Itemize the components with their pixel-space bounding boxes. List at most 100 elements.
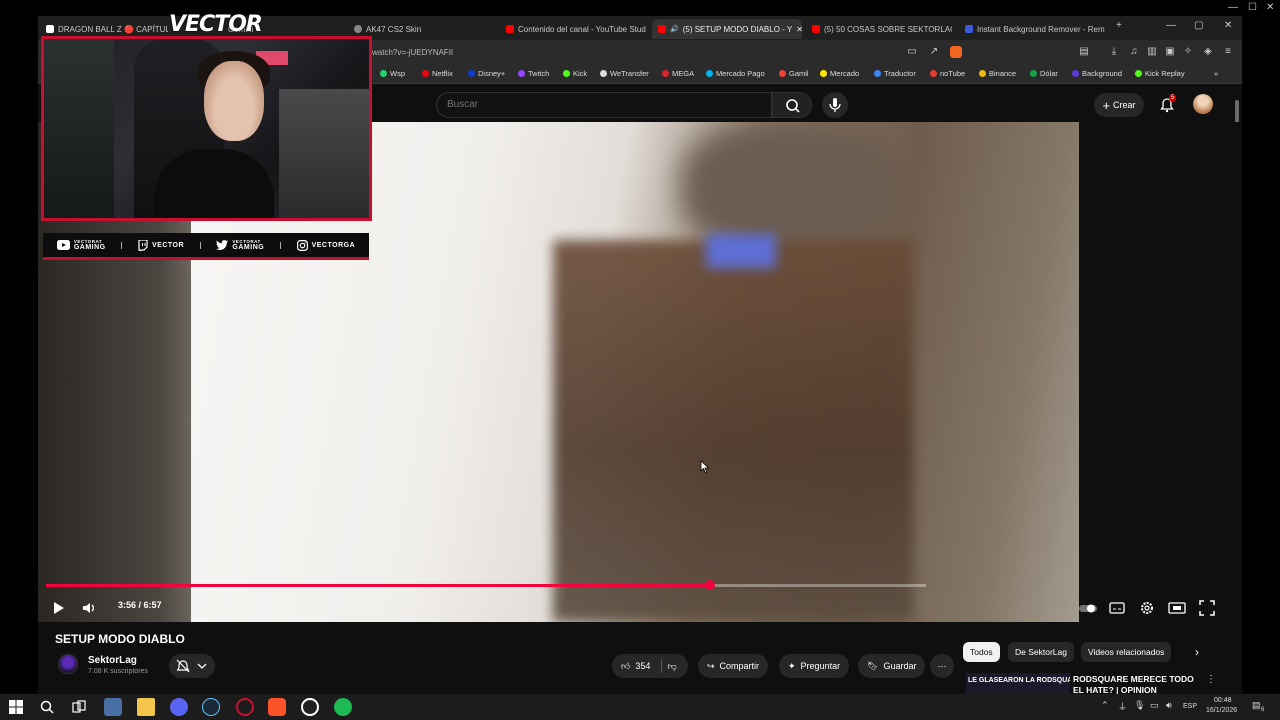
tab-ak47[interactable]: AK47 CS2 Skin [354, 19, 494, 39]
bookmark-wetransfer[interactable]: WeTransfer [600, 69, 649, 78]
save-button[interactable]: 🔖︎ Guardar [858, 654, 926, 678]
clock-date[interactable]: 16/1/2026 [1206, 707, 1237, 714]
bookmark-background[interactable]: Background [1072, 69, 1122, 78]
leo-icon[interactable]: ✧ [1182, 46, 1194, 58]
bookmark-binance[interactable]: Binance [979, 69, 1016, 78]
bookmark-mega[interactable]: MEGA [662, 69, 694, 78]
sparkle-icon: ✦ [788, 660, 796, 671]
download-icon[interactable]: ⤓ [1108, 46, 1120, 58]
url-text[interactable]: watch?v=-jUEDYNAFII [372, 48, 453, 57]
search-input[interactable] [447, 99, 747, 110]
user-avatar[interactable] [1193, 94, 1213, 114]
ask-button[interactable]: ✦ Preguntar [779, 654, 850, 678]
tab-50-cosas[interactable]: (5) 50 COSAS SOBRE SEKTORLAG - Y [812, 19, 952, 39]
search-button[interactable] [772, 92, 812, 118]
close-icon[interactable]: ✕ [1266, 2, 1274, 13]
chip-todos[interactable]: Todos [963, 642, 1000, 662]
minimize-icon[interactable]: — [1228, 2, 1238, 13]
close-tab-icon[interactable]: ✕ [796, 25, 802, 34]
tab-setup-modo-diablo[interactable]: 🔊 (5) SETUP MODO DIABLO - Y ✕ [652, 19, 802, 39]
webcam-shelf [44, 39, 114, 218]
bookmark-traductor[interactable]: Traductor [874, 69, 916, 78]
bell-off-icon [176, 659, 207, 673]
more-actions-button[interactable]: ⋯ [930, 654, 954, 678]
menu-icon[interactable]: ≡ [1222, 46, 1234, 58]
tray-network-icon[interactable]: ▭ [1150, 700, 1159, 711]
tray-volume-icon[interactable]: 🔊︎ [1166, 700, 1172, 711]
task-view-icon[interactable] [70, 698, 88, 716]
tray-chevron-up-icon[interactable]: ⌃ [1101, 700, 1109, 711]
fullscreen-icon[interactable] [1197, 598, 1217, 618]
window-maximize-icon[interactable]: ▢ [1194, 20, 1203, 31]
clock-time[interactable]: 00:48 [1214, 697, 1232, 704]
window-close-icon[interactable]: ✕ [1224, 20, 1232, 31]
notification-center-icon[interactable]: ▤ [1252, 700, 1261, 711]
bookmark-kick[interactable]: Kick [563, 69, 587, 78]
vpn-icon[interactable]: ◈ [1202, 46, 1214, 58]
bookmark-kick-replay[interactable]: Kick Replay [1135, 69, 1185, 78]
tab-favicon-icon [965, 25, 973, 33]
cast-icon[interactable]: ▭ [906, 46, 918, 58]
tab-youtube-studio[interactable]: Contenido del canal - YouTube Studi [506, 19, 646, 39]
chip-de-sektorlag[interactable]: De SektorLag [1008, 642, 1074, 662]
bookmark-twitch[interactable]: Twitch [518, 69, 549, 78]
progress-scrubber[interactable] [704, 580, 715, 590]
bookmark-netflix[interactable]: Netflix [422, 69, 453, 78]
channel-name[interactable]: SektorLag [88, 655, 137, 666]
progress-bar[interactable] [46, 580, 926, 590]
opera-icon[interactable] [236, 698, 254, 716]
music-icon[interactable]: ♫ [1128, 46, 1140, 58]
maximize-icon[interactable]: ☐ [1248, 2, 1257, 13]
tab-background-remover[interactable]: Instant Background Remover - Remo [965, 19, 1105, 39]
voice-search-button[interactable] [822, 92, 848, 118]
obs-icon[interactable] [301, 698, 319, 716]
bookmark-mercado[interactable]: Mercado [820, 69, 859, 78]
discord-icon[interactable] [170, 698, 188, 716]
recommended-title[interactable]: RODSQUARE MERECE TODO EL HATE? | OPINION [1073, 674, 1205, 694]
search-box[interactable] [436, 92, 772, 118]
language-indicator[interactable]: ESP [1183, 703, 1197, 710]
bookmark-wsp[interactable]: Wsp [380, 69, 405, 78]
like-button[interactable]: 👍︎ 354 👎︎ [612, 654, 688, 678]
spotify-icon[interactable] [334, 698, 352, 716]
wallet-icon[interactable]: ▣ [1164, 46, 1176, 58]
steam-icon[interactable] [202, 698, 220, 716]
subtitles-icon[interactable] [1107, 598, 1127, 618]
windows-taskbar: ⌃ ⏚ 🎙︎ ▭ 🔊︎ ESP 00:48 16/1/2026 ▤ 6 [0, 694, 1280, 720]
tray-usb-icon[interactable]: ⏚ [1118, 700, 1127, 713]
tray-mic-icon[interactable]: 🎙︎ [1134, 700, 1145, 711]
sidebar-icon[interactable]: ▥ [1146, 46, 1158, 58]
create-button[interactable]: + Crear [1094, 93, 1144, 117]
theater-mode-icon[interactable] [1167, 598, 1187, 618]
chevron-right-icon[interactable]: › [1188, 642, 1206, 662]
share-icon[interactable]: ↗ [928, 46, 940, 58]
channel-avatar[interactable] [58, 654, 78, 674]
bookmark-mercado-pago[interactable]: Mercado Pago [706, 69, 765, 78]
notification-settings-button[interactable] [169, 654, 215, 678]
bookmark-gamil[interactable]: Gamil [779, 69, 809, 78]
brave-shield-icon[interactable] [950, 46, 962, 58]
pc-icon[interactable] [104, 698, 122, 716]
bookmark-dolar[interactable]: Dólar [1030, 69, 1058, 78]
extensions-icon[interactable]: ▤ [1078, 46, 1090, 58]
recommended-thumbnail[interactable]: LE GLASEARON LA RODSQUARE [966, 673, 1070, 694]
bookmark-notube[interactable]: noTube [930, 69, 965, 78]
chip-videos-relacionados[interactable]: Videos relacionados [1081, 642, 1172, 662]
thumbs-down-icon[interactable]: 👎︎ [667, 661, 676, 672]
new-tab-icon[interactable]: + [1116, 20, 1122, 31]
settings-gear-icon[interactable] [1137, 598, 1157, 618]
bookmark-disney[interactable]: Disney+ [468, 69, 505, 78]
window-minimize-icon[interactable]: — [1166, 20, 1176, 31]
netflix-icon [422, 70, 429, 77]
autoplay-toggle-icon[interactable] [1078, 598, 1098, 618]
recommended-menu-icon[interactable]: ⋮ [1206, 674, 1216, 685]
file-explorer-icon[interactable] [137, 698, 155, 716]
search-icon[interactable] [38, 698, 56, 716]
play-icon[interactable] [48, 598, 68, 618]
more-bookmarks-icon[interactable]: » [1214, 69, 1218, 78]
volume-icon[interactable] [80, 598, 100, 618]
background-icon [1072, 70, 1079, 77]
windows-start-icon[interactable] [7, 698, 25, 716]
brave-icon[interactable] [268, 698, 286, 716]
share-button[interactable]: ↪ Compartir [698, 654, 769, 678]
